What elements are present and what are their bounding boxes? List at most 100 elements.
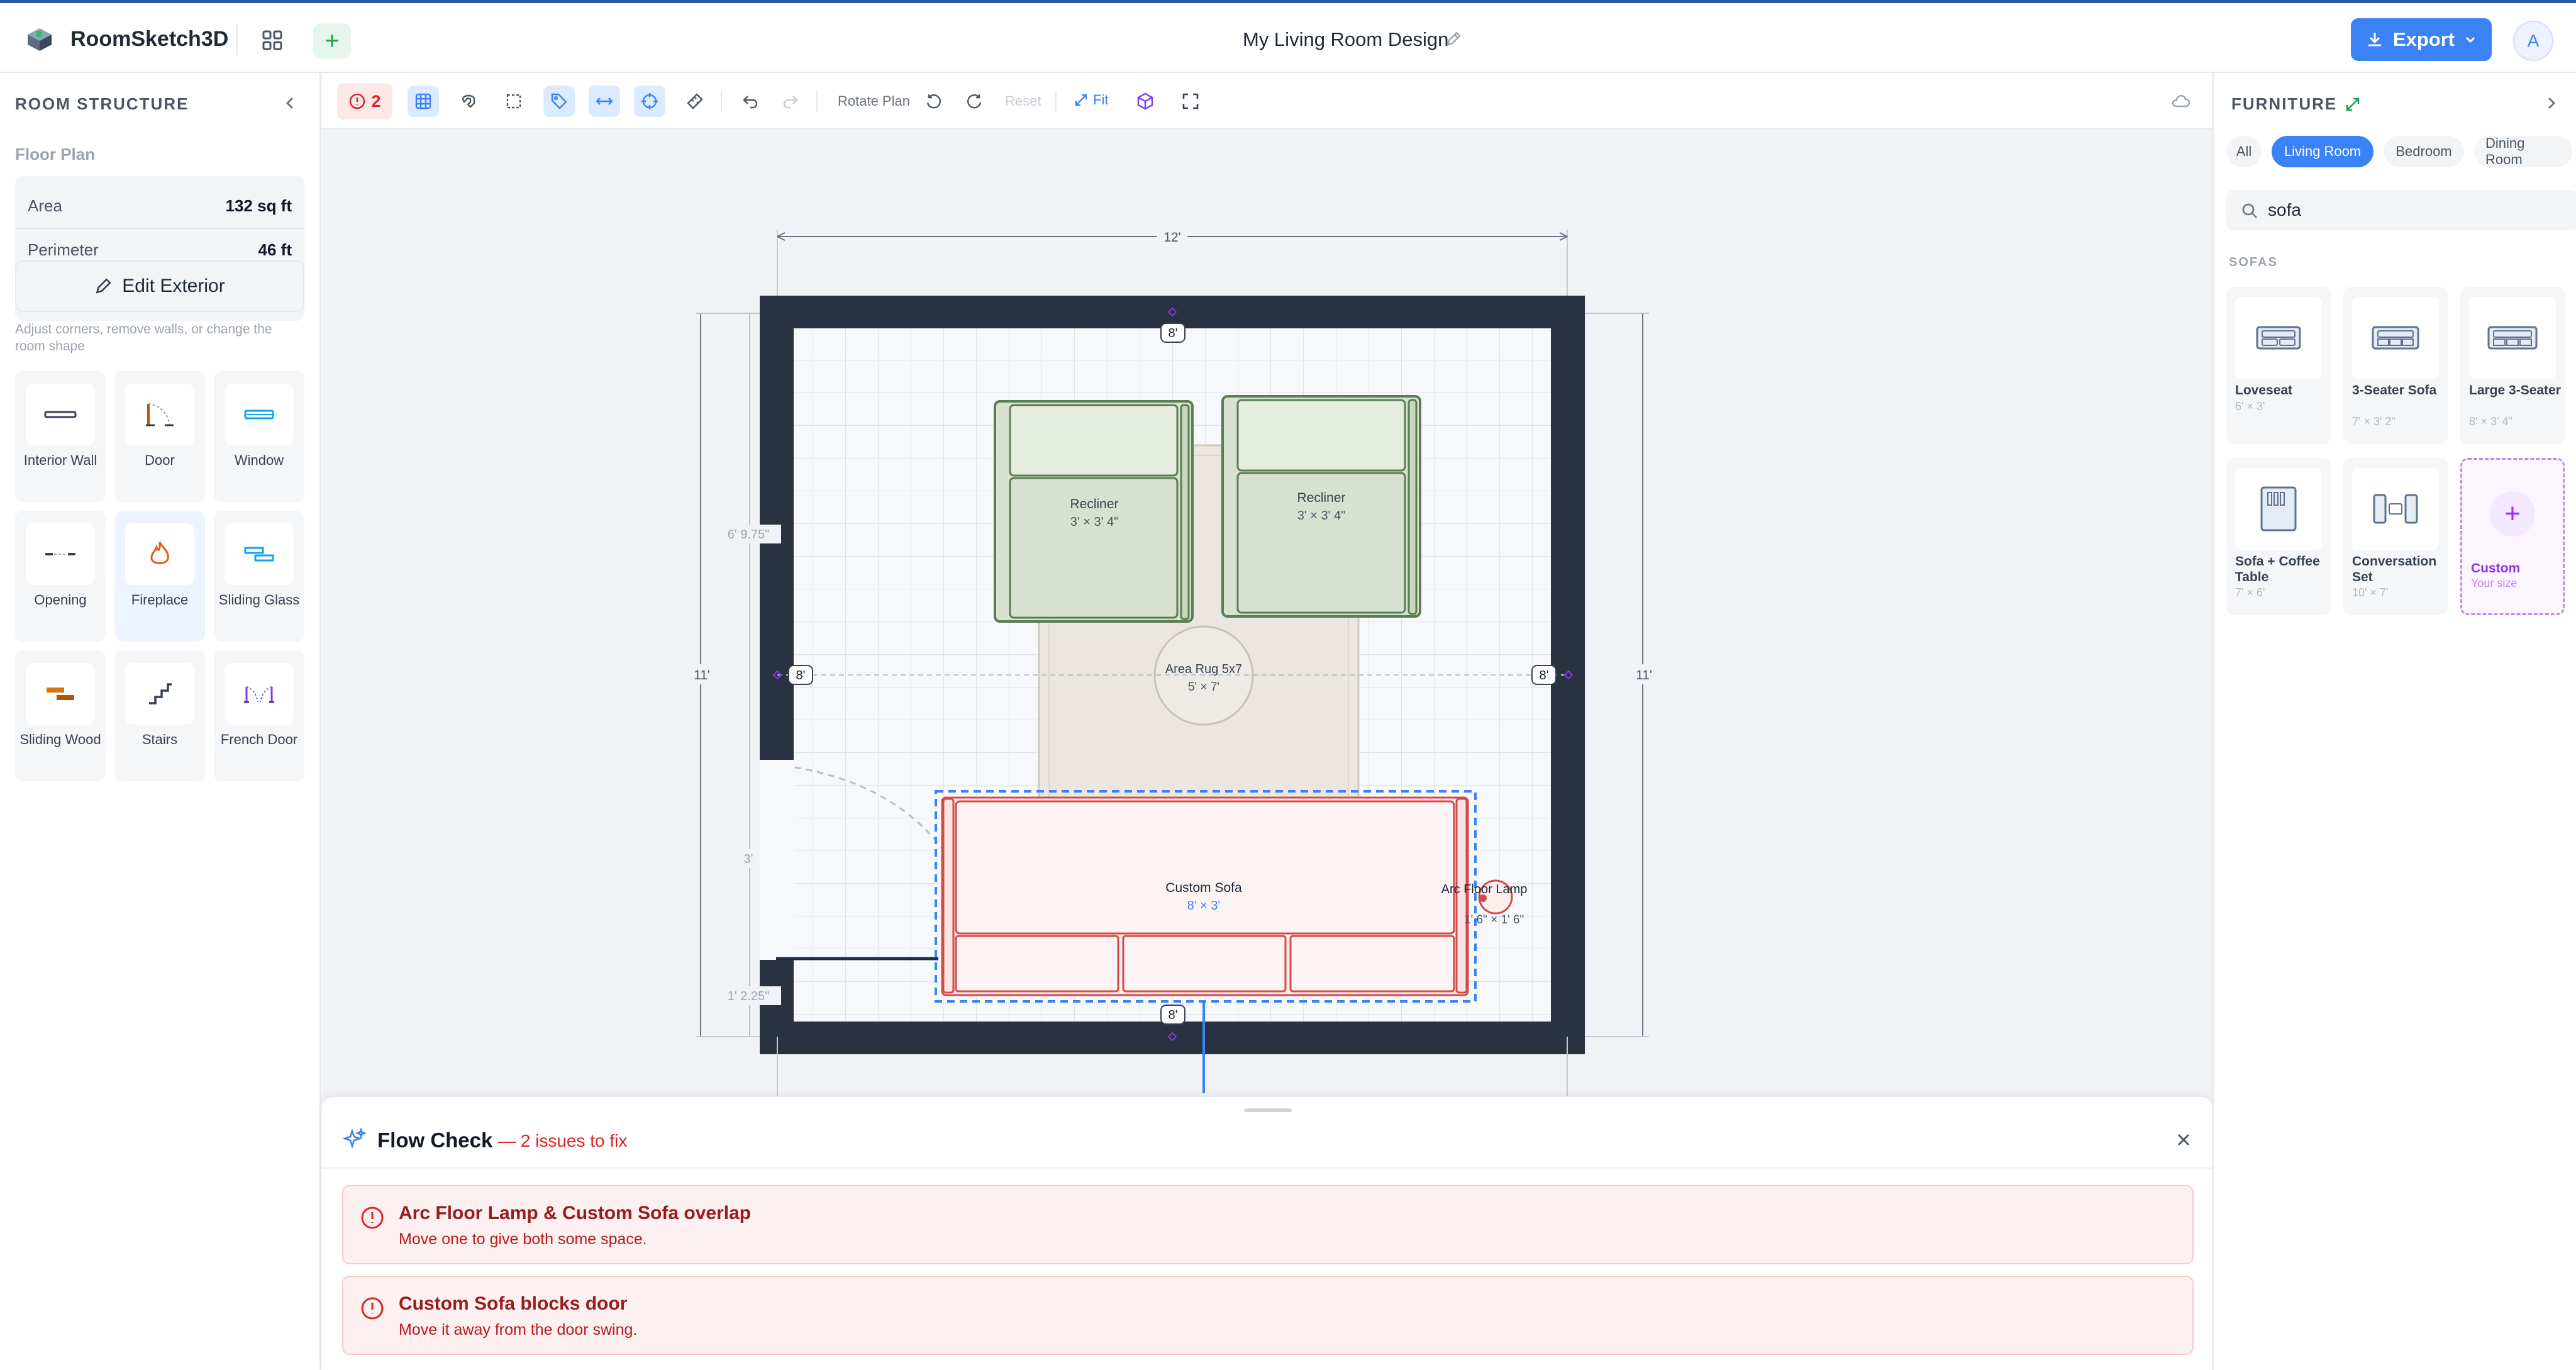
- fit-button[interactable]: Fit: [1074, 92, 1108, 108]
- chevron-left-icon[interactable]: [280, 92, 299, 114]
- undo-button[interactable]: [735, 86, 766, 117]
- drag-handle[interactable]: [1244, 1108, 1292, 1112]
- filter-chip-bedroom[interactable]: Bedroom: [2384, 136, 2464, 167]
- issue-card[interactable]: Custom Sofa blocks door Move it away fro…: [342, 1276, 2194, 1355]
- furniture-name: Large 3-Seater: [2469, 383, 2561, 398]
- grid-toggle-button[interactable]: [408, 86, 439, 117]
- tool-opening[interactable]: Opening: [15, 511, 106, 642]
- custom-sofa[interactable]: [935, 790, 1477, 1003]
- dim-left-label: 11': [694, 668, 710, 682]
- area-value: 132 sq ft: [225, 196, 292, 215]
- wall-height-label: 8': [1540, 669, 1549, 682]
- undo-icon: [743, 96, 758, 109]
- grid-icon: [262, 30, 282, 50]
- filter-chip-dining-room[interactable]: Dining Room: [2474, 135, 2572, 167]
- labels-toggle-button[interactable]: [543, 86, 575, 117]
- alert-circle-icon: [350, 93, 365, 109]
- tool-sliding-wood[interactable]: Sliding Wood: [15, 650, 106, 781]
- fullscreen-button[interactable]: [1175, 86, 1206, 117]
- sliding-glass-icon: [244, 547, 274, 562]
- pencil-icon: [96, 278, 111, 294]
- perimeter-row: Perimeter 46 ft: [28, 240, 292, 260]
- dashboard-grid-button[interactable]: [258, 26, 287, 55]
- door-opening[interactable]: [760, 760, 795, 960]
- avatar[interactable]: A: [2513, 21, 2553, 61]
- cloud-icon: [2172, 95, 2190, 108]
- furniture-card-sofa-coffee-table[interactable]: Sofa + Coffee Table 7' × 6': [2226, 458, 2331, 615]
- select-area-button[interactable]: [498, 86, 530, 117]
- furniture-search[interactable]: [2226, 190, 2576, 230]
- interior-wall-icon: [44, 411, 77, 418]
- issues-badge[interactable]: 2: [337, 83, 392, 120]
- app-name: RoomSketch3D: [70, 27, 229, 51]
- crosshair-icon: [641, 93, 658, 109]
- reset-button[interactable]: Reset: [1005, 93, 1041, 109]
- custom-furniture-card[interactable]: + Custom Your size: [2460, 458, 2565, 615]
- measure-tool-button[interactable]: [679, 86, 711, 117]
- filter-chip-living-room[interactable]: Living Room: [2272, 136, 2373, 167]
- dimensions-toggle-button[interactable]: [589, 86, 620, 117]
- tool-label: Sliding Wood: [19, 732, 101, 747]
- rotate-left-button[interactable]: [918, 86, 950, 117]
- furniture-card-conversation-set[interactable]: Conversation Set 10' × 7': [2343, 458, 2448, 615]
- furniture-size: 7' × 6': [2235, 586, 2265, 599]
- export-button[interactable]: Export: [2351, 18, 2492, 61]
- expand-icon[interactable]: [2345, 96, 2361, 113]
- tag-icon: [551, 93, 567, 109]
- panel-title: ROOM STRUCTURE: [15, 94, 189, 113]
- furniture-name: Loveseat: [2235, 383, 2293, 398]
- magnet-icon: [462, 94, 475, 108]
- furniture-card-3-seater-sofa[interactable]: 3-Seater Sofa 7' × 3' 2": [2343, 287, 2448, 444]
- tool-label: Window: [234, 452, 284, 468]
- tool-label: Stairs: [142, 732, 178, 747]
- furniture-card-loveseat[interactable]: Loveseat 6' × 3': [2226, 287, 2331, 444]
- flow-check-subtitle: — 2 issues to fix: [498, 1131, 628, 1150]
- issue-title: Arc Floor Lamp & Custom Sofa overlap: [399, 1203, 752, 1223]
- cloud-sync-button[interactable]: [2165, 86, 2196, 117]
- arrows-horizontal-icon: [596, 97, 613, 105]
- search-icon: [2242, 203, 2257, 218]
- tool-interior-wall[interactable]: Interior Wall: [15, 371, 106, 502]
- redo-icon: [783, 96, 798, 109]
- wall-height-label: 8': [1169, 1008, 1178, 1022]
- recliner-left[interactable]: [994, 400, 1194, 623]
- pencil-icon[interactable]: [1445, 31, 1462, 47]
- tool-window[interactable]: Window: [214, 371, 304, 502]
- sofa-icon: [2372, 326, 2419, 350]
- divider: [236, 25, 238, 55]
- door-icon: [146, 403, 174, 426]
- stairs-icon: [149, 683, 172, 704]
- alert-circle-icon: [361, 1297, 384, 1320]
- panel-title: FURNITURE: [2231, 94, 2338, 113]
- dim-right-label: 11': [1636, 668, 1652, 682]
- sofa-size: 8' × 3': [1187, 899, 1221, 913]
- divider: [816, 91, 818, 112]
- snap-button[interactable]: [453, 86, 484, 117]
- search-input[interactable]: [2268, 199, 2557, 221]
- tool-french-door[interactable]: French Door: [214, 650, 304, 781]
- 3d-view-button[interactable]: [1130, 86, 1161, 117]
- snap-points-toggle-button[interactable]: [634, 86, 665, 117]
- conversation-set-icon: [2373, 494, 2418, 524]
- perimeter-value: 46 ft: [258, 240, 292, 259]
- tool-label: Sliding Glass: [218, 592, 300, 608]
- rotate-right-button[interactable]: [958, 86, 990, 117]
- redo-button[interactable]: [775, 86, 806, 117]
- furniture-name: Sofa + Coffee Table: [2235, 554, 2320, 584]
- edit-exterior-button[interactable]: Edit Exterior: [15, 260, 304, 312]
- chevron-right-icon[interactable]: [2542, 92, 2561, 114]
- tool-sliding-glass[interactable]: Sliding Glass: [214, 511, 304, 642]
- chevron-down-icon: [2466, 36, 2475, 43]
- furniture-card-large-3-seater[interactable]: Large 3-Seater 8' × 3' 4": [2460, 287, 2565, 444]
- filter-chip-all[interactable]: All: [2226, 136, 2262, 167]
- tool-door[interactable]: Door: [114, 371, 205, 502]
- issue-card[interactable]: Arc Floor Lamp & Custom Sofa overlap Mov…: [342, 1185, 2194, 1264]
- recliner-right[interactable]: [1221, 395, 1421, 618]
- tool-stairs[interactable]: Stairs: [114, 650, 205, 781]
- design-title[interactable]: My Living Room Design: [1243, 28, 1448, 51]
- furniture-name: Conversation Set: [2352, 554, 2437, 584]
- tool-fireplace[interactable]: Fireplace: [114, 511, 205, 642]
- perimeter-label: Perimeter: [28, 240, 99, 259]
- close-icon[interactable]: [2172, 1128, 2195, 1151]
- new-design-button[interactable]: +: [313, 23, 351, 58]
